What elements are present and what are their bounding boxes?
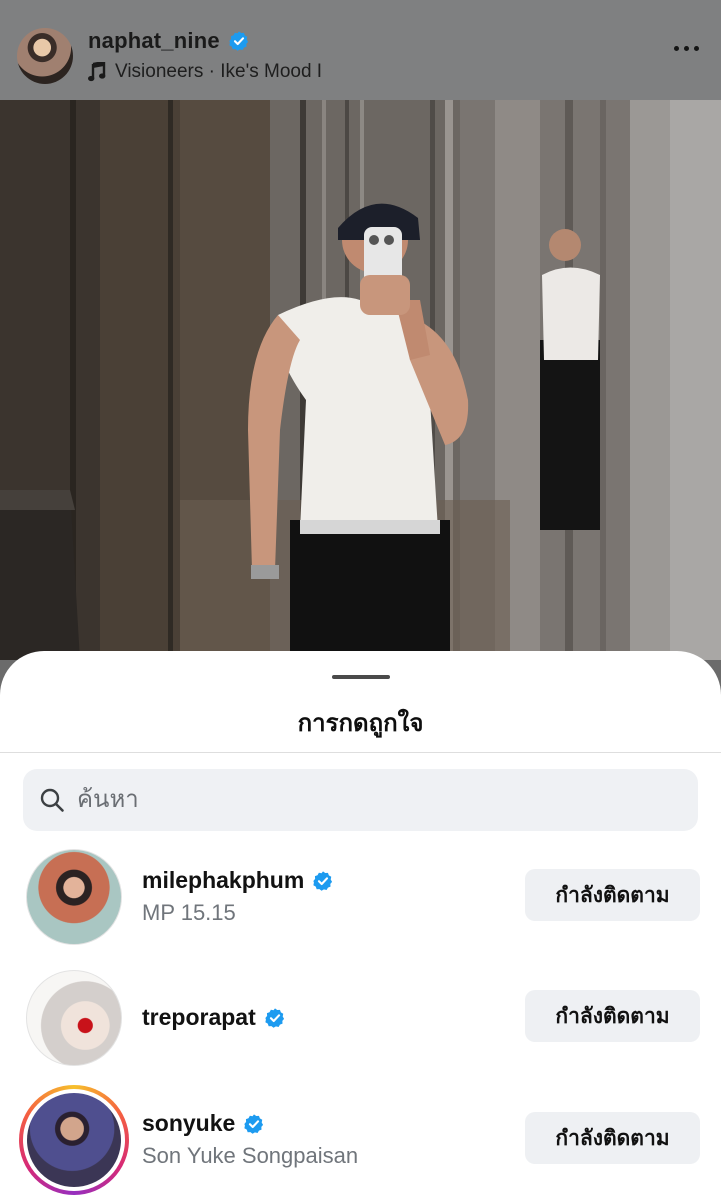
divider xyxy=(0,752,721,753)
post-author-name-row: naphat_nine xyxy=(88,28,322,54)
music-note-icon xyxy=(88,62,106,82)
post-author-username[interactable]: naphat_nine xyxy=(88,28,220,54)
photo-scene xyxy=(0,100,721,660)
post-author-avatar[interactable] xyxy=(17,28,73,84)
audio-row[interactable]: Visioneers · Ike's Mood I xyxy=(88,61,322,83)
more-options-icon[interactable] xyxy=(674,46,699,51)
sheet-grabber[interactable] xyxy=(332,675,390,679)
search-input[interactable] xyxy=(75,785,639,815)
likes-sheet: การกดถูกใจ milephakphum MP 15.15 กำลังติ… xyxy=(0,651,721,1200)
verified-badge-icon xyxy=(244,1113,264,1134)
liker-fullname: MP 15.15 xyxy=(142,900,236,925)
post-author-info: naphat_nine Visioneers · Ike's Mood I xyxy=(88,28,322,83)
avatar[interactable] xyxy=(27,1093,121,1187)
following-button[interactable]: กำลังติดตาม xyxy=(525,990,700,1042)
post-photo[interactable] xyxy=(0,100,721,660)
list-item[interactable]: milephakphum MP 15.15 กำลังติดตาม xyxy=(0,849,721,949)
liker-username[interactable]: sonyuke xyxy=(142,1110,235,1137)
post-header: naphat_nine Visioneers · Ike's Mood I xyxy=(0,0,721,100)
avatar[interactable] xyxy=(26,849,122,945)
following-button[interactable]: กำลังติดตาม xyxy=(525,1112,700,1164)
liker-name-row: treporapat xyxy=(142,1004,286,1031)
list-item[interactable]: sonyuke Son Yuke Songpaisan กำลังติดตาม xyxy=(0,1085,721,1195)
list-item[interactable]: treporapat กำลังติดตาม xyxy=(0,970,721,1070)
verified-badge-icon xyxy=(265,1007,284,1028)
verified-badge-icon xyxy=(313,870,333,891)
search-bar[interactable] xyxy=(23,769,698,831)
search-icon xyxy=(40,788,64,812)
liker-fullname: Son Yuke Songpaisan xyxy=(142,1143,359,1168)
liker-name-row: sonyuke xyxy=(142,1110,265,1137)
avatar[interactable] xyxy=(26,970,122,1066)
audio-track-label: Visioneers · Ike's Mood I xyxy=(115,61,323,82)
liker-name-row: milephakphum xyxy=(142,867,334,894)
following-button[interactable]: กำลังติดตาม xyxy=(525,869,700,921)
sheet-title: การกดถูกใจ xyxy=(297,710,424,737)
liker-username[interactable]: milephakphum xyxy=(142,867,304,894)
verified-badge-icon xyxy=(229,31,248,51)
liker-username[interactable]: treporapat xyxy=(142,1004,256,1031)
